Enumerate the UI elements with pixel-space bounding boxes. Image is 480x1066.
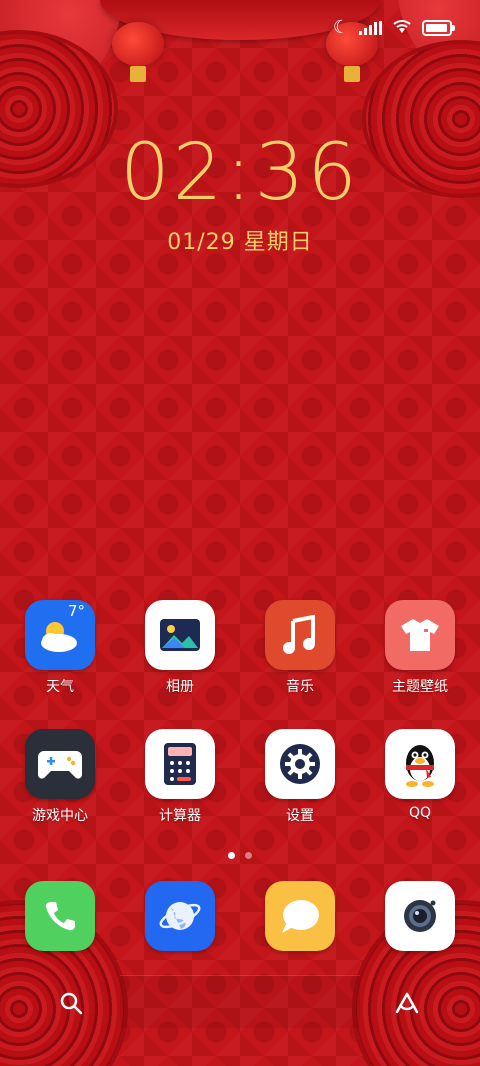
- signal-icon: [359, 21, 382, 35]
- assistant-a-icon[interactable]: [394, 990, 420, 1016]
- gamepad-icon[interactable]: [25, 729, 95, 799]
- app-music[interactable]: 音乐: [240, 600, 360, 696]
- page-dot-1[interactable]: [228, 852, 235, 859]
- calculator-icon[interactable]: [145, 729, 215, 799]
- wifi-icon: [392, 18, 412, 38]
- app-label-calculator: 计算器: [159, 808, 201, 824]
- page-dot-2[interactable]: [245, 852, 252, 859]
- app-label-game-center: 游戏中心: [32, 808, 88, 824]
- messages-icon[interactable]: [265, 881, 335, 951]
- home-screen: ☾ 02:36 01/29 星期日 7° 天气 相册 音乐 主题壁纸 游戏中心 …: [0, 0, 480, 1066]
- weather-temperature: 7°: [67, 602, 85, 620]
- dock-camera[interactable]: [360, 881, 480, 951]
- app-label-qq: QQ: [408, 805, 432, 821]
- dock-bar: [120, 975, 360, 1028]
- app-row-2: 游戏中心 计算器 设置 QQ: [0, 729, 480, 825]
- status-bar: ☾: [332, 17, 455, 38]
- qq-penguin-icon[interactable]: [385, 729, 455, 799]
- lantern-left: [112, 22, 164, 82]
- music-icon[interactable]: [265, 600, 335, 670]
- camera-icon[interactable]: [385, 881, 455, 951]
- app-calculator[interactable]: 计算器: [120, 729, 240, 825]
- clock-date[interactable]: 01/29 星期日: [0, 224, 480, 256]
- battery-icon: [422, 20, 455, 36]
- dock: [0, 881, 480, 951]
- weather-icon[interactable]: 7°: [25, 600, 95, 670]
- app-label-gallery: 相册: [166, 679, 194, 695]
- dock-browser[interactable]: [120, 881, 240, 951]
- dock-messages[interactable]: [240, 881, 360, 951]
- gallery-icon[interactable]: [145, 600, 215, 670]
- app-game-center[interactable]: 游戏中心: [0, 729, 120, 825]
- app-theme[interactable]: 主题壁纸: [360, 600, 480, 696]
- search-icon[interactable]: [58, 990, 84, 1016]
- app-label-weather: 天气: [46, 679, 74, 695]
- dock-phone[interactable]: [0, 881, 120, 951]
- app-label-music: 音乐: [286, 679, 314, 695]
- app-gallery[interactable]: 相册: [120, 600, 240, 696]
- browser-planet-icon[interactable]: [145, 881, 215, 951]
- clock-time[interactable]: 02:36: [0, 128, 480, 218]
- app-row-1: 7° 天气 相册 音乐 主题壁纸: [0, 600, 480, 696]
- app-qq[interactable]: QQ: [360, 729, 480, 825]
- app-label-theme: 主题壁纸: [392, 679, 448, 695]
- phone-icon[interactable]: [25, 881, 95, 951]
- app-settings[interactable]: 设置: [240, 729, 360, 825]
- gear-icon[interactable]: [265, 729, 335, 799]
- app-label-settings: 设置: [286, 808, 314, 824]
- app-weather[interactable]: 7° 天气: [0, 600, 120, 696]
- page-indicator: [0, 852, 480, 859]
- theme-shirt-icon[interactable]: [385, 600, 455, 670]
- moon-icon: ☾: [332, 17, 349, 38]
